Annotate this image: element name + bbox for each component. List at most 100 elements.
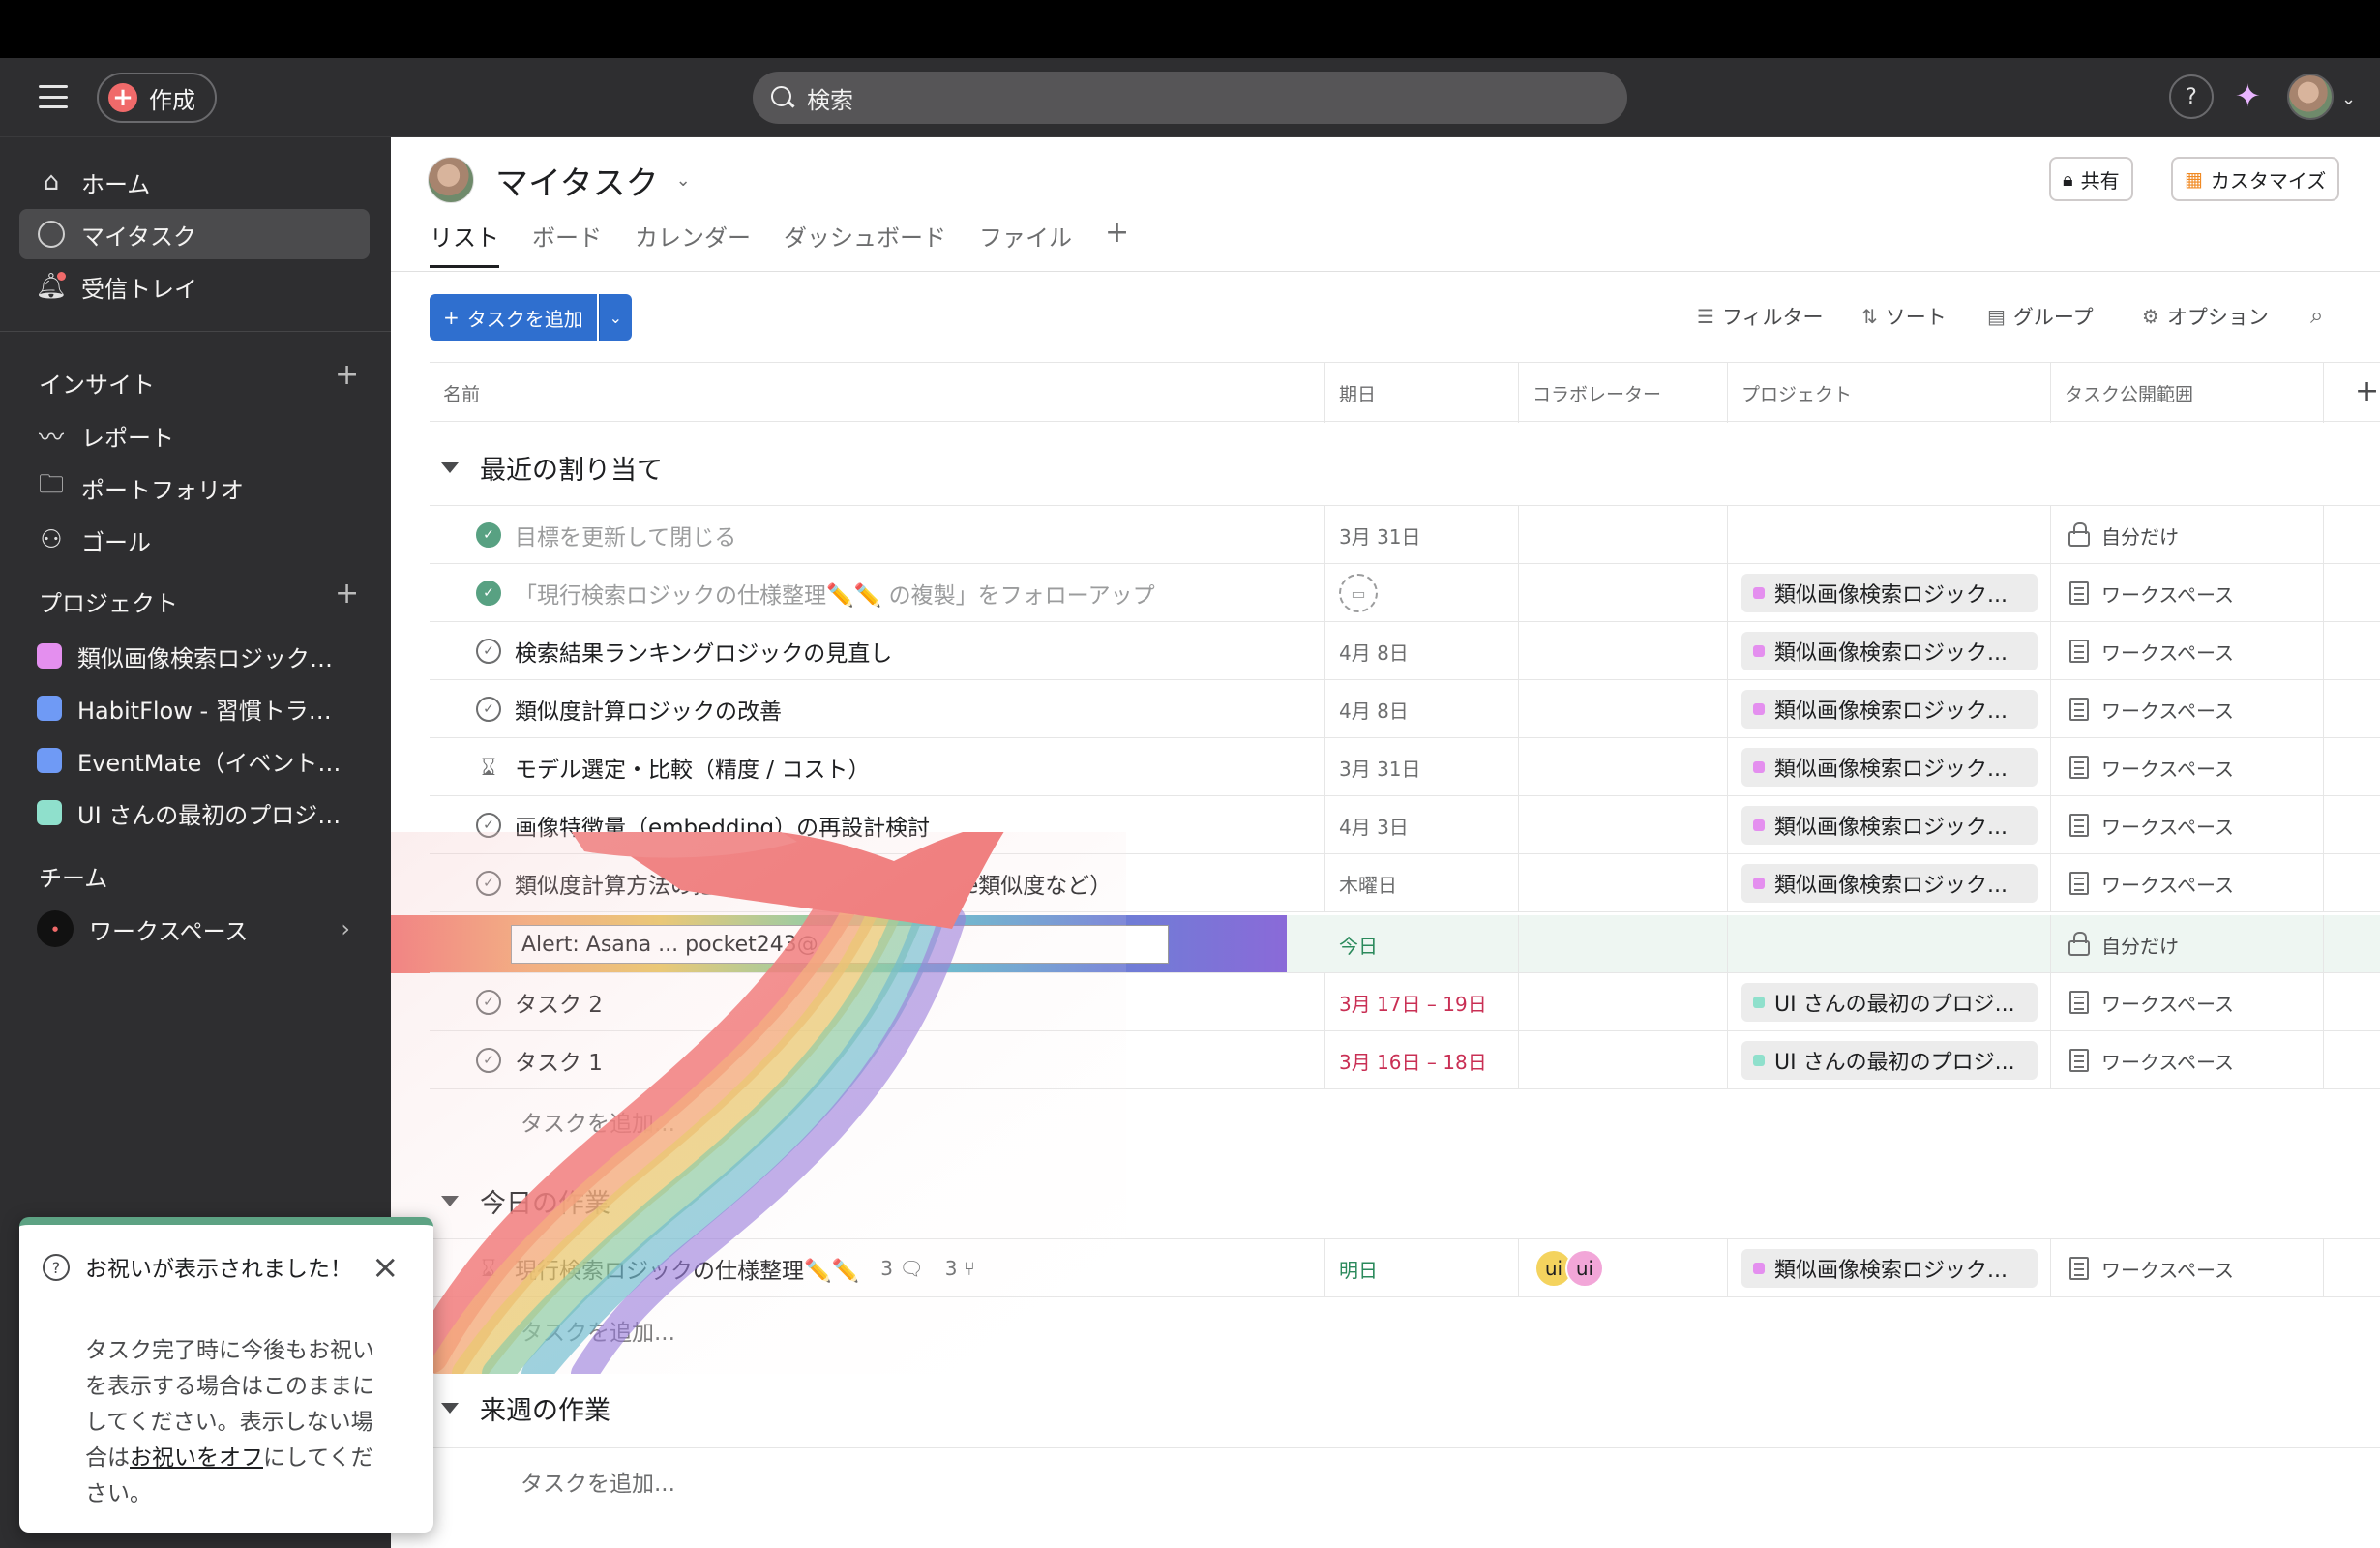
tab-list[interactable]: リスト xyxy=(430,219,499,268)
hourglass-icon[interactable]: ⌛︎ xyxy=(476,754,501,781)
due-date-cell[interactable]: 4月 8日 xyxy=(1325,622,1519,680)
table-row[interactable]: ✓ 検索結果ランキングロジックの見直し 4月 8日 類似画像検索ロジック... … xyxy=(430,622,2380,680)
sidebar-item-goals[interactable]: ⚇ ゴール xyxy=(19,515,370,565)
tab-board[interactable]: ボード xyxy=(532,219,602,268)
visibility-cell[interactable]: ワークスペース xyxy=(2051,796,2324,854)
project-cell[interactable]: 類似画像検索ロジック... xyxy=(1728,680,2051,738)
tab-dashboard[interactable]: ダッシュボード xyxy=(784,219,946,268)
due-date-cell[interactable]: 木曜日 xyxy=(1325,854,1519,912)
due-date-cell[interactable]: 今日 xyxy=(1325,915,1519,973)
check-circle-icon[interactable]: ✓ xyxy=(476,813,501,838)
user-avatar[interactable] xyxy=(2287,74,2334,120)
visibility-cell[interactable]: ワークスペース xyxy=(2051,1239,2324,1297)
collaborators-cell[interactable] xyxy=(1519,1031,1728,1089)
sidebar-project-4[interactable]: UI さんの最初のプロジェ... xyxy=(19,788,370,838)
due-date-cell[interactable]: 3月 16日 – 18日 xyxy=(1325,1031,1519,1089)
table-row[interactable]: ✓ タスク 1 3月 16日 – 18日 UI さんの最初のプロジ... ワーク… xyxy=(430,1031,2380,1089)
subtask-count[interactable]: 3 ⑂ xyxy=(945,1257,975,1280)
visibility-cell[interactable]: ワークスペース xyxy=(2051,1031,2324,1089)
help-button[interactable]: ? xyxy=(2169,74,2214,119)
tab-files[interactable]: ファイル xyxy=(979,219,1072,268)
due-date-cell[interactable]: 明日 xyxy=(1325,1239,1519,1297)
collaborator-avatar[interactable]: ui xyxy=(1565,1249,1604,1288)
table-row[interactable]: ✓ 類似度計算方法の把握（embedding / cosine類似度など） 木曜… xyxy=(430,854,2380,912)
section-today[interactable]: 今日の作業 xyxy=(441,1182,610,1220)
sidebar-project-2[interactable]: HabitFlow - 習慣トラッ... xyxy=(19,683,370,733)
project-pill[interactable]: 類似画像検索ロジック... xyxy=(1741,1249,2038,1288)
close-icon[interactable]: × xyxy=(372,1248,400,1287)
chevron-down-icon[interactable]: ⌄ xyxy=(2341,89,2356,109)
chevron-down-icon[interactable]: ⌄ xyxy=(676,170,691,191)
menu-icon[interactable] xyxy=(39,85,68,108)
tab-calendar[interactable]: カレンダー xyxy=(635,219,751,268)
add-task-row[interactable]: タスクを追加... xyxy=(521,1314,675,1347)
sidebar-project-1[interactable]: 類似画像検索ロジック改善 xyxy=(19,631,370,681)
table-row[interactable]: ✓ 類似度計算ロジックの改善 4月 8日 類似画像検索ロジック... ワークスペ… xyxy=(430,680,2380,738)
collapse-triangle-icon[interactable] xyxy=(441,1196,459,1206)
column-project[interactable]: プロジェクト xyxy=(1728,363,2051,423)
project-pill[interactable]: UI さんの最初のプロジ... xyxy=(1741,1041,2038,1080)
sidebar-item-reports[interactable]: 〰 レポート xyxy=(19,410,370,461)
add-task-row[interactable]: タスクを追加... xyxy=(521,1105,675,1138)
project-pill[interactable]: 類似画像検索ロジック... xyxy=(1741,690,2038,729)
add-project-button[interactable]: + xyxy=(335,577,359,610)
visibility-cell[interactable]: ワークスペース xyxy=(2051,854,2324,912)
add-task-dropdown[interactable]: ⌄ xyxy=(598,294,632,341)
project-cell[interactable]: 類似画像検索ロジック... xyxy=(1728,796,2051,854)
visibility-cell[interactable]: 自分だけ xyxy=(2051,506,2324,564)
add-tab-button[interactable]: + xyxy=(1105,219,1129,268)
table-row[interactable]: ✓ 目標を更新して閉じる 3月 31日 自分だけ xyxy=(430,506,2380,564)
project-cell[interactable]: 類似画像検索ロジック... xyxy=(1728,854,2051,912)
collaborators-cell[interactable]: ui ui xyxy=(1519,1239,1728,1297)
sidebar-project-3[interactable]: EventMate（イベント管... xyxy=(19,735,370,786)
collapse-triangle-icon[interactable] xyxy=(441,1403,459,1414)
page-title[interactable]: マイタスク ⌄ xyxy=(495,157,691,204)
due-date-cell[interactable]: 3月 17日 – 19日 xyxy=(1325,973,1519,1031)
due-date-cell[interactable]: ▭ xyxy=(1325,564,1519,622)
toast-link-disable-celebrations[interactable]: お祝いをオフ xyxy=(130,1445,263,1471)
filter-button[interactable]: ☰ フィルター xyxy=(1697,302,1824,331)
project-cell[interactable]: 類似画像検索ロジック... xyxy=(1728,1239,2051,1297)
project-pill[interactable]: 類似画像検索ロジック... xyxy=(1741,748,2038,787)
column-name[interactable]: 名前 xyxy=(430,363,1325,423)
project-pill[interactable]: 類似画像検索ロジック... xyxy=(1741,632,2038,670)
project-pill[interactable]: 類似画像検索ロジック... xyxy=(1741,574,2038,612)
customize-button[interactable]: ▦ カスタマイズ xyxy=(2171,157,2340,201)
comment-count[interactable]: 3 🗨︎ xyxy=(880,1257,923,1280)
ai-sparkle-icon[interactable]: ✦ xyxy=(2235,77,2261,114)
collaborators-cell[interactable] xyxy=(1519,915,1728,973)
check-circle-icon[interactable]: ✓ xyxy=(476,697,501,722)
sidebar-item-inbox[interactable]: 🔔︎ 受信トレイ xyxy=(19,261,370,312)
table-row[interactable]: ⌛︎ 現行検索ロジックの仕様整理✏️✏️ 3 🗨︎ 3 ⑂ 明日 ui ui 類… xyxy=(430,1239,2380,1297)
group-button[interactable]: ▤ グループ xyxy=(1987,302,2094,331)
collaborators-cell[interactable] xyxy=(1519,796,1728,854)
hourglass-icon[interactable]: ⌛︎ xyxy=(476,1255,501,1282)
visibility-cell[interactable]: 自分だけ xyxy=(2051,915,2324,973)
add-insight-button[interactable]: + xyxy=(335,358,359,392)
visibility-cell[interactable]: ワークスペース xyxy=(2051,738,2324,796)
column-collaborators[interactable]: コラボレーター xyxy=(1519,363,1728,423)
collaborators-cell[interactable] xyxy=(1519,854,1728,912)
collaborators-cell[interactable] xyxy=(1519,622,1728,680)
sidebar-item-portfolios[interactable]: 🗀︎ ポートフォリオ xyxy=(19,462,370,513)
section-recent[interactable]: 最近の割り当て xyxy=(441,449,663,487)
project-cell[interactable]: 類似画像検索ロジック... xyxy=(1728,738,2051,796)
sidebar-team-workspace[interactable]: ● ワークスペース › xyxy=(19,904,370,954)
table-row[interactable]: ✓ 「現行検索ロジックの仕様整理✏️✏️ の複製」をフォローアップ ▭ 類似画像… xyxy=(430,564,2380,622)
project-cell[interactable]: 類似画像検索ロジック... xyxy=(1728,622,2051,680)
add-task-button[interactable]: + タスクを追加 xyxy=(430,294,597,341)
due-date-cell[interactable]: 4月 3日 xyxy=(1325,796,1519,854)
options-button[interactable]: ⚙ オプション xyxy=(2142,302,2269,331)
due-date-cell[interactable]: 3月 31日 xyxy=(1325,506,1519,564)
project-cell[interactable]: UI さんの最初のプロジ... xyxy=(1728,1031,2051,1089)
share-button[interactable]: 🔒︎ 共有 xyxy=(2049,157,2133,201)
create-button[interactable]: + 作成 xyxy=(97,73,217,123)
sort-button[interactable]: ⇅ ソート xyxy=(1861,302,1947,331)
table-row[interactable]: 今日 自分だけ xyxy=(430,915,2380,973)
completed-check-icon[interactable]: ✓ xyxy=(476,580,501,606)
table-row[interactable]: ✓ 画像特徴量（embedding）の再設計検討 4月 3日 類似画像検索ロジッ… xyxy=(430,796,2380,854)
visibility-cell[interactable]: ワークスペース xyxy=(2051,973,2324,1031)
table-row[interactable]: ⌛︎ モデル選定・比較（精度 / コスト） 3月 31日 類似画像検索ロジック.… xyxy=(430,738,2380,796)
collaborators-cell[interactable] xyxy=(1519,564,1728,622)
collaborators-cell[interactable] xyxy=(1519,738,1728,796)
